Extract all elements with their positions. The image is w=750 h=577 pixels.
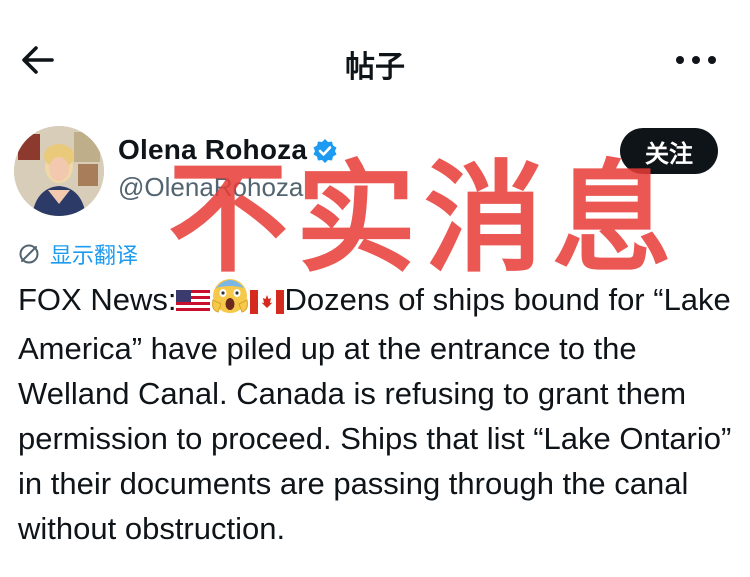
post-body: Dozens of ships bound for “Lake America”… <box>18 282 732 546</box>
post-prefix: FOX News: <box>18 282 177 317</box>
author-name[interactable]: Olena Rohoza <box>118 134 307 166</box>
avatar[interactable] <box>14 126 104 216</box>
author-handle[interactable]: @OlenaRohoza <box>118 172 303 203</box>
page-title: 帖子 <box>345 50 405 85</box>
more-horizontal-icon <box>676 56 716 64</box>
verified-badge-icon <box>312 138 338 164</box>
post-text: FOX News: Dozens of ships bound for “Lake… <box>18 276 734 551</box>
canada-flag-icon <box>250 281 285 326</box>
globe-icon <box>19 244 39 264</box>
translate-link[interactable]: 显示翻译 <box>18 238 138 270</box>
follow-button[interactable]: 关注 <box>620 128 718 174</box>
top-bar: 帖子 <box>0 0 750 120</box>
avatar-image <box>14 126 104 216</box>
us-flag-icon <box>176 281 211 326</box>
screaming-face-icon <box>210 276 250 326</box>
more-button[interactable] <box>674 50 718 70</box>
translate-label: 显示翻译 <box>50 244 139 269</box>
